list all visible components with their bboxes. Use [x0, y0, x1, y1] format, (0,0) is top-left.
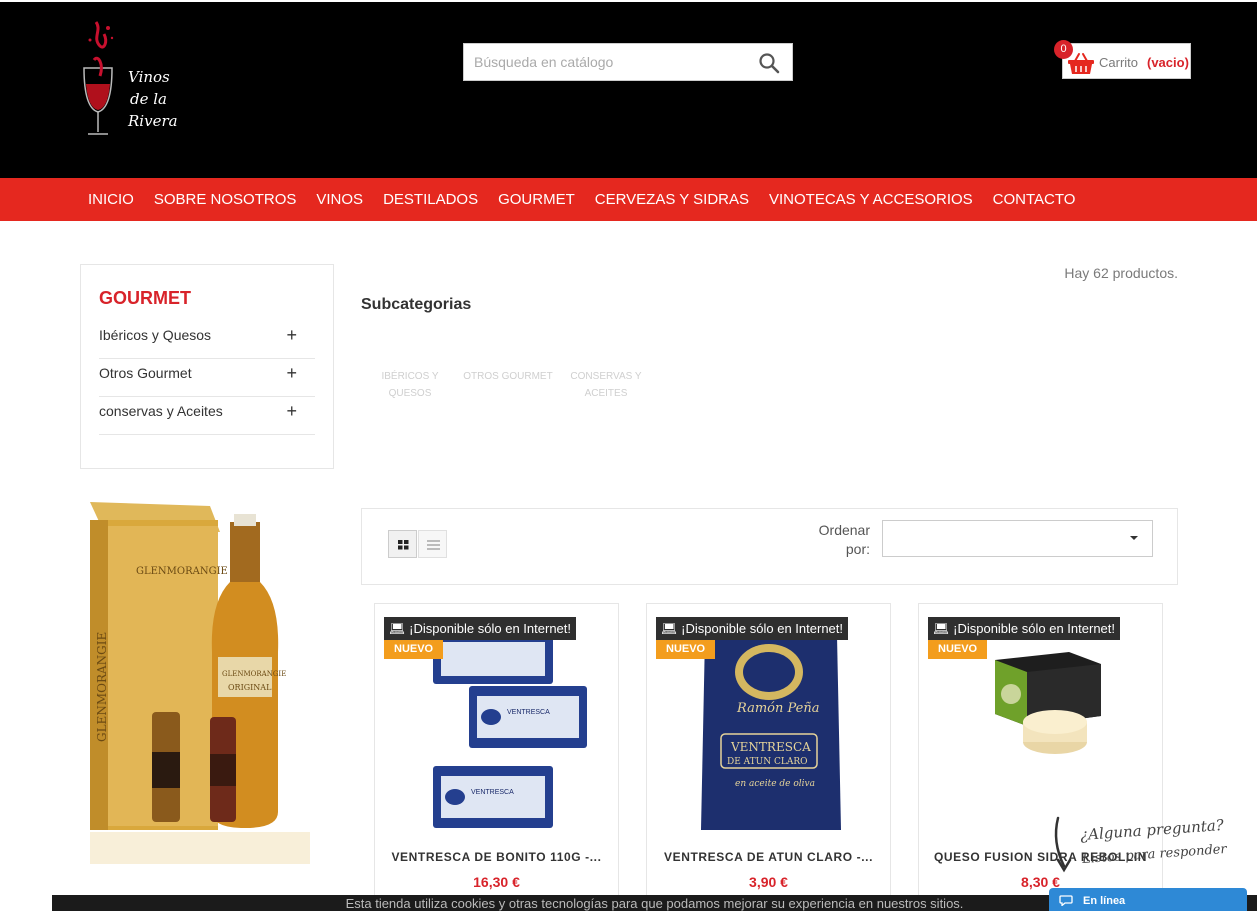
grid-view-button[interactable]	[388, 530, 417, 558]
online-only-text: ¡Disponible sólo en Internet!	[409, 621, 571, 636]
sort-label: Ordenar por:	[818, 522, 870, 557]
product-name[interactable]: VENTRESCA DE ATUN CLARO -...	[647, 850, 890, 864]
cart-label: Carrito	[1099, 55, 1139, 70]
svg-text:Rivera: Rivera	[127, 112, 178, 130]
svg-text:GLENMORANGIE: GLENMORANGIE	[222, 670, 286, 678]
cart-button[interactable]: Carrito (vacio)	[1062, 43, 1191, 79]
online-only-text: ¡Disponible sólo en Internet!	[681, 621, 843, 636]
online-only-badge: 💻︎ ¡Disponible sólo en Internet!	[656, 617, 848, 640]
site-header: Vinos de la Rivera Carrito (vacio)	[0, 0, 1257, 178]
page: Vinos de la Rivera Carrito (vacio)	[0, 0, 1257, 911]
svg-text:Vinos: Vinos	[128, 68, 170, 86]
sidebar-title[interactable]: GOURMET	[99, 288, 191, 309]
new-badge: NUEVO	[384, 640, 444, 659]
product-price: 3,90 €	[749, 874, 788, 890]
cart-count-badge: 0	[1054, 40, 1073, 59]
expand-plus-icon[interactable]: +	[286, 321, 297, 349]
subcategories-list: IBÉRICOS Y QUESOS OTROS GOURMET CONSERVA…	[361, 368, 655, 402]
subcategories-title: Subcategorias	[361, 296, 472, 313]
product-name[interactable]: VENTRESCA DE BONITO 110G -...	[375, 850, 618, 864]
sidebar-item-label[interactable]: Otros Gourmet	[99, 365, 192, 381]
whisky-promo-image: GLENMORANGIE GLENMORANGIE GLENMORANGIE O…	[80, 492, 334, 864]
nav-item-destilados[interactable]: DESTILADOS	[373, 178, 488, 221]
nav-item-contacto[interactable]: CONTACTO	[983, 178, 1086, 221]
svg-text:VENTRESCA: VENTRESCA	[730, 740, 811, 754]
category-tree: Ibéricos y Quesos + Otros Gourmet + cons…	[99, 321, 315, 435]
svg-text:DE ATUN CLARO: DE ATUN CLARO	[727, 757, 808, 767]
chevron-down-icon	[1130, 536, 1138, 540]
list-view-button[interactable]	[418, 530, 447, 558]
site-logo[interactable]: Vinos de la Rivera	[78, 20, 188, 142]
svg-text:VENTRESCA: VENTRESCA	[507, 709, 550, 716]
product-price: 16,30 €	[473, 874, 520, 890]
wine-glass-logo-icon: Vinos de la Rivera	[83, 21, 178, 135]
product-card[interactable]: VENTRESCA VENTRESCA 💻︎ ¡Disponible sólo …	[374, 603, 619, 903]
svg-text:de la: de la	[130, 90, 167, 108]
nav-item-vinotecas-y-accesorios[interactable]: VINOTECAS Y ACCESORIOS	[759, 178, 983, 221]
product-image-ventresca-atun: Ramón Peña VENTRESCA DE ATUN CLARO en ac…	[701, 636, 841, 830]
product-card[interactable]: Ramón Peña VENTRESCA DE ATUN CLARO en ac…	[646, 603, 891, 903]
nav-item-sobre-nosotros[interactable]: SOBRE NOSOTROS	[144, 178, 307, 221]
sidebar-item-otros-gourmet[interactable]: Otros Gourmet +	[99, 359, 315, 397]
product-count: Hay 62 productos.	[1064, 265, 1178, 281]
sidebar-item-label[interactable]: Ibéricos y Quesos	[99, 327, 211, 343]
nav-item-vinos[interactable]: VINOS	[306, 178, 373, 221]
sidebar-item-ibericos-y-quesos[interactable]: Ibéricos y Quesos +	[99, 321, 315, 359]
sidebar-item-label[interactable]: conservas y Aceites	[99, 403, 223, 419]
expand-plus-icon[interactable]: +	[286, 397, 297, 425]
expand-plus-icon[interactable]: +	[286, 359, 297, 387]
svg-text:GLENMORANGIE: GLENMORANGIE	[136, 566, 228, 577]
svg-text:Ramón Peña: Ramón Peña	[736, 701, 819, 716]
online-only-badge: 💻︎ ¡Disponible sólo en Internet!	[384, 617, 576, 640]
nav-item-inicio[interactable]: INICIO	[78, 178, 144, 221]
nav-item-gourmet[interactable]: GOURMET	[488, 178, 585, 221]
chat-arrow-icon	[1054, 816, 1072, 873]
new-badge: NUEVO	[928, 640, 988, 659]
svg-text:VENTRESCA: VENTRESCA	[471, 789, 514, 796]
list-view-icon	[427, 540, 440, 550]
shopping-basket-icon	[1068, 53, 1094, 74]
new-badge: NUEVO	[656, 640, 716, 659]
chat-status-label: En línea	[1083, 895, 1126, 907]
grid-view-icon	[398, 540, 409, 550]
subcategory-otros-gourmet[interactable]: OTROS GOURMET	[459, 368, 557, 402]
subcategory-conservas-y-aceites[interactable]: CONSERVAS Y ACEITES	[557, 368, 655, 402]
sort-dropdown[interactable]	[882, 520, 1153, 557]
sidebar-item-conservas-y-aceites[interactable]: conservas y Aceites +	[99, 397, 315, 435]
nav-item-cervezas-y-sidras[interactable]: CERVEZAS Y SIDRAS	[585, 178, 759, 221]
online-only-badge: 💻︎ ¡Disponible sólo en Internet!	[928, 617, 1120, 640]
online-only-text: ¡Disponible sólo en Internet!	[953, 621, 1115, 636]
category-sidebar: GOURMET Ibéricos y Quesos + Otros Gourme…	[80, 264, 334, 469]
search-icon[interactable]	[758, 52, 780, 74]
svg-text:ORIGINAL: ORIGINAL	[228, 683, 272, 692]
cart-status: (vacio)	[1147, 55, 1189, 70]
chat-bubble-icon	[1059, 895, 1073, 906]
product-image-queso-fusion	[995, 652, 1101, 754]
subcategory-ibericos-y-quesos[interactable]: IBÉRICOS Y QUESOS	[361, 368, 459, 402]
svg-text:en aceite de oliva: en aceite de oliva	[735, 779, 815, 789]
search-input[interactable]	[464, 44, 754, 80]
live-chat-tab[interactable]: En línea	[1049, 888, 1247, 911]
main-navigation: INICIO SOBRE NOSOTROS VINOS DESTILADOS G…	[0, 178, 1257, 221]
promo-banner[interactable]: GLENMORANGIE GLENMORANGIE GLENMORANGIE O…	[80, 492, 334, 864]
products-toolbar: Ordenar por:	[361, 508, 1178, 585]
search-box	[463, 43, 793, 81]
product-image-ventresca-bonito: VENTRESCA VENTRESCA	[433, 634, 587, 828]
promo-brand-text: GLENMORANGIE	[95, 632, 109, 742]
